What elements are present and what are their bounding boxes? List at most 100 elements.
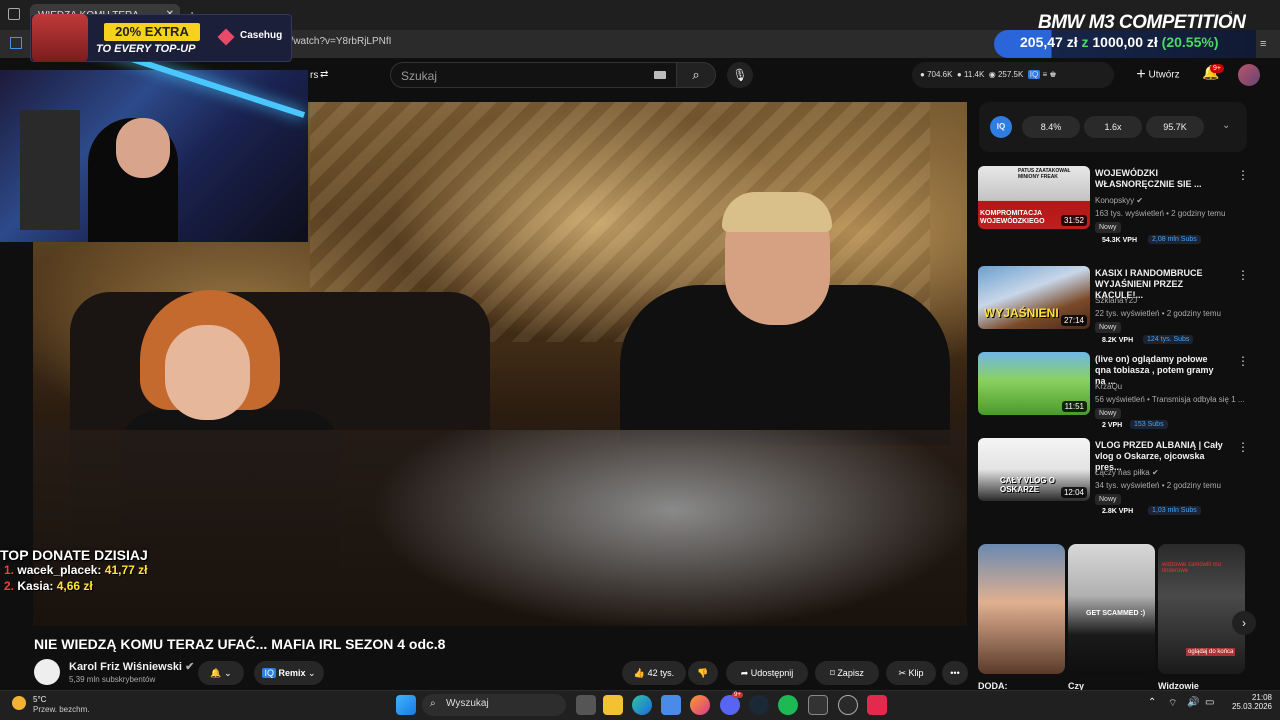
iq-chip: 8.4%	[1022, 116, 1080, 138]
webcam-person-face	[116, 118, 170, 178]
user-avatar[interactable]	[1238, 64, 1260, 86]
share-button[interactable]: ➦ Udostępnij	[726, 661, 808, 685]
epic-games-icon[interactable]	[808, 695, 828, 715]
rec-channel[interactable]: Konopskyy ✔	[1095, 196, 1143, 205]
chevron-right-icon: ›	[1242, 616, 1246, 630]
video-duration: 27:14	[1060, 315, 1087, 326]
more-vertical-icon[interactable]: ⋮	[1237, 354, 1249, 368]
store-icon[interactable]	[661, 695, 681, 715]
iq-chip: 95.7K	[1146, 116, 1204, 138]
clock-time: 21:08	[1251, 693, 1272, 702]
chevron-up-icon[interactable]: ⌃	[1148, 697, 1156, 708]
rec-meta: 22 tys. wyświetleń • 2 godziny temu	[1095, 309, 1221, 318]
file-explorer-icon[interactable]	[603, 695, 623, 715]
channel-avatar[interactable]	[34, 659, 60, 685]
new-badge: Nowy	[1095, 408, 1121, 419]
keyboard-icon[interactable]	[654, 71, 666, 79]
save-label: Zapisz	[837, 668, 864, 678]
mic-icon: 🎙	[732, 68, 748, 82]
short-thumbnail[interactable]: GET SCAMMED :)	[1068, 544, 1155, 674]
taskbar-search[interactable]: ⌕ Wyszukaj	[422, 694, 566, 716]
rec-channel[interactable]: KrzaQu	[1095, 382, 1122, 391]
rec-channel[interactable]: Łączy nas piłka ✔	[1095, 468, 1159, 477]
network-icon[interactable]: ⌔	[1168, 697, 1177, 710]
spotify-icon[interactable]	[778, 695, 798, 715]
extension-icon[interactable]: IQ	[1027, 70, 1041, 79]
edge-icon[interactable]	[632, 695, 652, 715]
more-vertical-icon[interactable]: ⋮	[1237, 168, 1249, 182]
rec-channel-name: Konopskyy	[1095, 196, 1135, 205]
treasure-chest-icon	[32, 14, 88, 62]
video-scene-woman-face	[165, 325, 250, 420]
rec-meta: 34 tys. wyświetleń • 2 godziny temu	[1095, 481, 1221, 490]
url-text[interactable]: a/watch?v=Y8rbRjLPNfI	[285, 36, 391, 47]
thumb-caption: CAŁY VLOG O OSKARZE	[1000, 476, 1055, 494]
clip-button[interactable]: ✂ Klip	[886, 661, 936, 685]
chevron-down-icon: ⌄	[308, 668, 316, 678]
discord-icon[interactable]	[720, 695, 740, 715]
tab-list-icon[interactable]	[8, 8, 20, 20]
rec-vph: 2.8K VPH	[1102, 508, 1134, 515]
volume-icon[interactable]: 🔊	[1187, 697, 1199, 708]
list-icon[interactable]: ≡	[1042, 70, 1047, 79]
subscribed-button[interactable]: 🔔 ⌄	[198, 661, 244, 685]
more-vertical-icon[interactable]: ⋮	[1237, 440, 1249, 454]
more-actions-button[interactable]: •••	[942, 661, 968, 685]
sidebar-toggle-icon[interactable]	[10, 37, 22, 49]
donate-title: TOP DONATE DZISIAJ	[0, 547, 148, 563]
remix-button[interactable]: IQ Remix ⌄	[254, 661, 324, 685]
battery-icon[interactable]: ▭	[1205, 697, 1214, 708]
trophy-icon[interactable]: ♚	[1049, 70, 1056, 79]
thumb-caption: PATUS ZAATAKOWAŁ MINIONY FREAK	[1018, 168, 1071, 180]
clock-date: 25.03.2026	[1231, 702, 1272, 711]
rec-thumbnail[interactable]: 11:51	[978, 352, 1090, 415]
rec-subs: 1,03 mln Subs	[1148, 506, 1201, 515]
weather-desc: Przew. bezchm.	[33, 705, 90, 714]
short-thumbnail[interactable]: widzowie zamówili mu tinderowe oglądaj d…	[1158, 544, 1245, 674]
goal-target: 1000,00 zł	[1092, 34, 1158, 50]
taskbar-clock[interactable]: 21:08 25.03.2026	[1224, 693, 1272, 711]
rec-thumbnail[interactable]: WYJAŚNIENI 27:14	[978, 266, 1090, 329]
firefox-icon[interactable]	[690, 695, 710, 715]
create-button[interactable]: + Utwórz	[1124, 64, 1192, 86]
new-badge: Nowy	[1095, 494, 1121, 505]
bell-icon: 🔔	[210, 668, 222, 678]
eye-icon: ◉	[988, 70, 996, 79]
tiktok-icon[interactable]	[867, 695, 887, 715]
menu-icon[interactable]: ≡	[1260, 38, 1266, 50]
search-button[interactable]: ⌕	[676, 62, 716, 88]
short-caption: widzowie zamówili mu tinderowe	[1162, 562, 1222, 574]
windows-start-icon[interactable]	[396, 695, 416, 715]
filter-icon[interactable]: ⇄	[320, 69, 328, 80]
filters-label[interactable]: rs	[310, 70, 318, 81]
stat-subs: 257.5K	[997, 70, 1024, 79]
rec-thumbnail[interactable]: CAŁY VLOG O OSKARZE 12:04	[978, 438, 1090, 501]
donate-rank: 1.	[4, 563, 15, 577]
short-thumbnail[interactable]	[978, 544, 1065, 674]
like-button[interactable]: 👍 42 tys.	[622, 661, 686, 685]
search-icon: ⌕	[430, 698, 436, 709]
donate-rank: 2.	[4, 579, 15, 593]
taskbar-search-label: Wyszukaj	[446, 698, 489, 709]
shorts-next-button[interactable]: ›	[1232, 611, 1256, 635]
more-vertical-icon[interactable]: ⋮	[1237, 268, 1249, 282]
rec-title[interactable]: WOJEWÓDZKI WŁASNORĘCZNIE SIE ...	[1095, 168, 1225, 190]
rec-channel[interactable]: SzklanaY2J	[1095, 296, 1137, 305]
weather-temp[interactable]: 5°C	[33, 695, 46, 704]
dislike-button[interactable]: 👎	[688, 661, 718, 685]
promo-brand: Casehug	[240, 30, 283, 41]
task-view-icon[interactable]	[576, 695, 596, 715]
extension-stats[interactable]: ● 704.6K ● 11.4K ◉ 257.5K IQ ≡ ♚	[912, 62, 1114, 88]
rec-thumbnail[interactable]: PATUS ZAATAKOWAŁ MINIONY FREAK KOMPROMIT…	[978, 166, 1090, 229]
chevron-down-icon[interactable]: ⌄	[1222, 120, 1230, 131]
voice-search-button[interactable]: 🎙	[727, 62, 753, 88]
like-count: 42 tys.	[647, 668, 675, 678]
save-button[interactable]: ⌑ Zapisz	[815, 661, 879, 685]
thumb-caption: WYJAŚNIENI	[984, 306, 1059, 320]
channel-name[interactable]: Karol Friz Wiśniewski ✔	[69, 660, 194, 673]
search-input[interactable]: Szukaj	[390, 62, 680, 88]
rec-vph: 54.3K VPH	[1102, 237, 1138, 244]
weather-icon[interactable]	[12, 696, 26, 710]
obs-icon[interactable]	[838, 695, 858, 715]
steam-icon[interactable]	[749, 695, 769, 715]
